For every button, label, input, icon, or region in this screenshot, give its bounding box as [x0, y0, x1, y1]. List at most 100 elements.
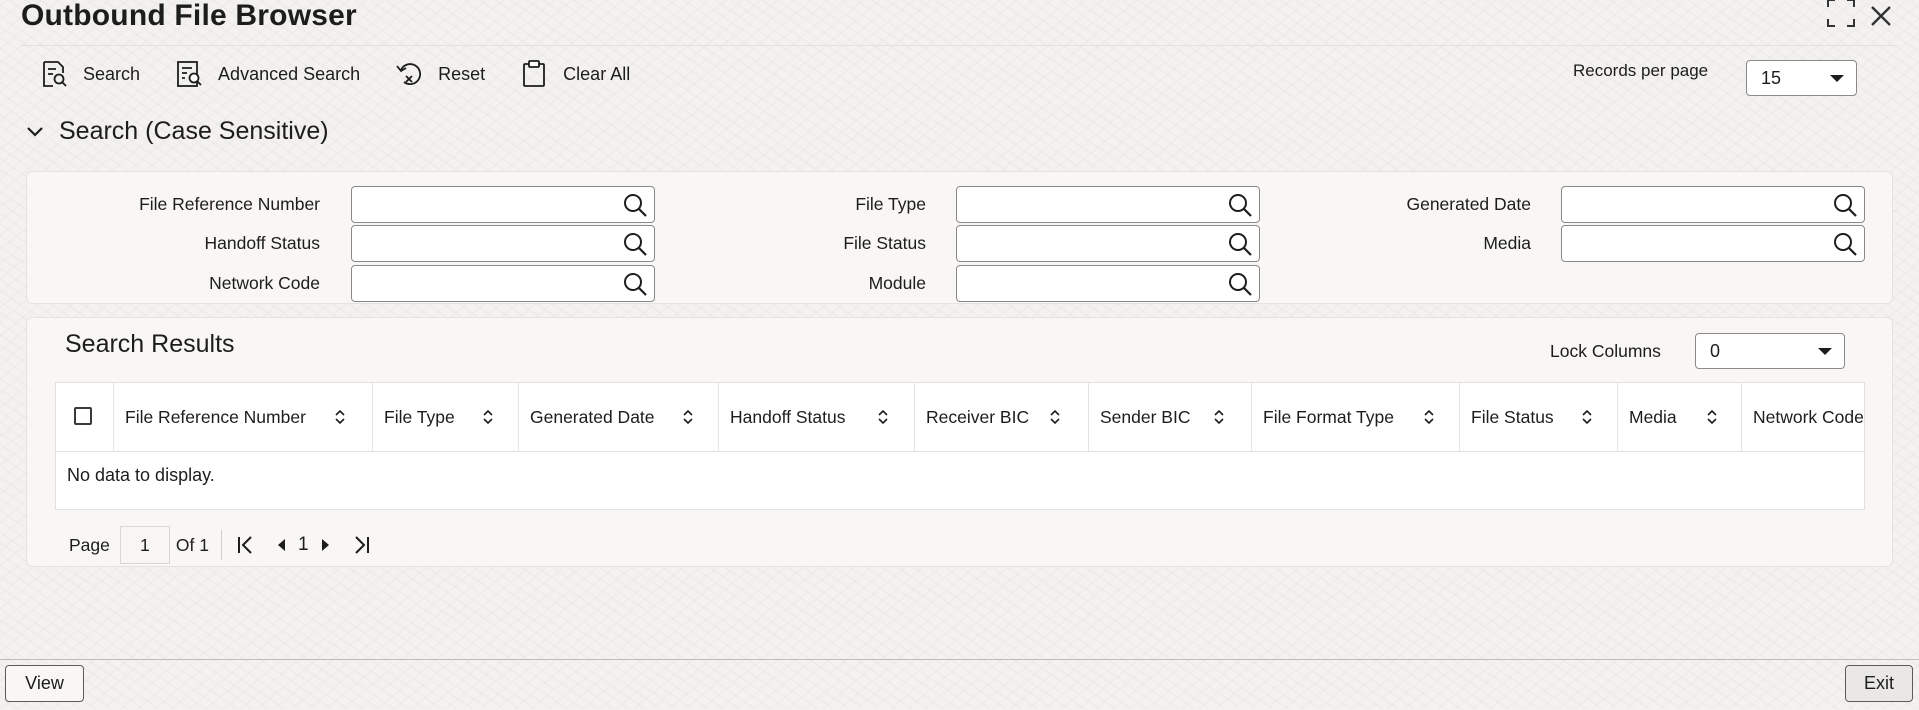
first-page-icon[interactable]	[234, 533, 258, 557]
clear-all-label: Clear All	[563, 63, 631, 84]
column-header-file-reference-number[interactable]: File Reference Number	[113, 383, 372, 451]
column-header-handoff-status[interactable]: Handoff Status	[718, 383, 914, 451]
sort-icon[interactable]	[682, 408, 694, 426]
column-header-receiver-bic[interactable]: Receiver BIC	[914, 383, 1088, 451]
column-label: File Type	[384, 406, 455, 427]
clear-all-button[interactable]: Clear All	[519, 59, 630, 89]
footer-bar	[0, 659, 1919, 710]
page-title: Outbound File Browser	[21, 0, 357, 32]
previous-page-icon[interactable]	[270, 533, 294, 557]
sort-icon[interactable]	[1581, 408, 1593, 426]
last-page-icon[interactable]	[349, 533, 373, 557]
view-button[interactable]: View	[5, 665, 84, 702]
file-type-input[interactable]	[956, 186, 1260, 223]
results-table: File Reference Number File Type Generate…	[55, 382, 1865, 510]
chevron-down-icon	[27, 126, 43, 137]
search-button[interactable]: Search	[39, 59, 140, 89]
search-icon[interactable]	[622, 271, 648, 297]
sort-icon[interactable]	[877, 408, 889, 426]
sort-icon[interactable]	[1049, 408, 1061, 426]
pagination: Page 1 Of 1 1	[69, 526, 373, 564]
search-icon[interactable]	[1227, 231, 1253, 257]
page-of-label: Of 1	[175, 534, 209, 555]
records-per-page-value: 15	[1761, 67, 1782, 88]
next-page-icon[interactable]	[313, 533, 337, 557]
records-per-page-label: Records per page	[1573, 61, 1709, 80]
sort-icon[interactable]	[1706, 408, 1718, 426]
search-section-title: Search (Case Sensitive)	[59, 117, 329, 145]
file-type-label: File Type	[855, 194, 926, 214]
search-icon[interactable]	[1227, 271, 1253, 297]
column-label: Generated Date	[530, 406, 655, 427]
maximize-icon[interactable]	[1826, 0, 1856, 28]
column-label: Network Code	[1753, 406, 1864, 427]
search-section-toggle[interactable]: Search (Case Sensitive)	[25, 117, 329, 146]
reset-icon	[396, 63, 422, 85]
network-code-label: Network Code	[209, 273, 320, 293]
handoff-status-label: Handoff Status	[204, 233, 320, 253]
sort-icon[interactable]	[482, 408, 494, 426]
nav-page-number[interactable]: 1	[298, 534, 309, 556]
reset-button[interactable]: Reset	[394, 59, 485, 89]
column-label: File Status	[1471, 406, 1554, 427]
search-button-label: Search	[83, 63, 141, 84]
sort-icon[interactable]	[334, 408, 346, 426]
column-header-sender-bic[interactable]: Sender BIC	[1088, 383, 1251, 451]
column-label: Sender BIC	[1100, 406, 1191, 427]
column-header-file-type[interactable]: File Type	[372, 383, 518, 451]
search-results-title: Search Results	[65, 330, 235, 358]
lock-columns-label: Lock Columns	[1550, 341, 1661, 361]
file-reference-number-input[interactable]	[351, 186, 655, 223]
search-icon[interactable]	[622, 192, 648, 218]
toolbar: Search Advanced Search Reset Clear All	[39, 57, 664, 91]
select-all-cell	[56, 383, 113, 451]
handoff-status-input[interactable]	[351, 225, 655, 262]
title-divider	[21, 45, 1898, 46]
column-header-file-format-type[interactable]: File Format Type	[1251, 383, 1459, 451]
advanced-search-button[interactable]: Advanced Search	[174, 59, 360, 89]
search-icon[interactable]	[1832, 192, 1858, 218]
column-label: Media	[1629, 406, 1677, 427]
close-icon[interactable]	[1866, 1, 1896, 31]
page-number-input[interactable]: 1	[119, 526, 170, 564]
file-reference-number-label: File Reference Number	[139, 194, 320, 214]
empty-message: No data to display.	[67, 465, 215, 485]
column-header-file-status[interactable]: File Status	[1459, 383, 1617, 451]
media-input[interactable]	[1561, 225, 1865, 262]
exit-button[interactable]: Exit	[1845, 665, 1913, 702]
file-status-label: File Status	[843, 233, 926, 253]
module-label: Module	[868, 273, 926, 293]
chevron-down-icon	[1830, 75, 1844, 82]
page-label: Page	[69, 534, 110, 555]
chevron-down-icon	[1818, 348, 1832, 355]
column-header-generated-date[interactable]: Generated Date	[518, 383, 718, 451]
network-code-input[interactable]	[351, 265, 655, 302]
select-all-checkbox[interactable]	[74, 407, 92, 425]
sort-icon[interactable]	[1423, 408, 1435, 426]
sort-icon[interactable]	[1213, 408, 1225, 426]
column-label: File Reference Number	[125, 406, 306, 427]
advanced-search-label: Advanced Search	[218, 63, 361, 84]
module-input[interactable]	[956, 265, 1260, 302]
search-doc-icon	[43, 61, 67, 87]
records-per-page-select[interactable]: 15	[1746, 60, 1857, 96]
search-icon[interactable]	[622, 231, 648, 257]
column-label: File Format Type	[1263, 406, 1394, 427]
advanced-search-icon	[177, 61, 202, 87]
lock-columns-value: 0	[1710, 340, 1721, 361]
column-label: Receiver BIC	[926, 406, 1030, 427]
table-header: File Reference Number File Type Generate…	[56, 383, 1864, 452]
search-icon[interactable]	[1227, 192, 1253, 218]
column-label: Handoff Status	[730, 406, 846, 427]
clipboard-icon	[523, 60, 546, 87]
reset-label: Reset	[438, 63, 486, 84]
search-icon[interactable]	[1832, 231, 1858, 257]
column-header-network-code[interactable]: Network Code	[1741, 383, 1864, 451]
column-header-media[interactable]: Media	[1617, 383, 1741, 451]
generated-date-label: Generated Date	[1406, 194, 1531, 214]
lock-columns-select[interactable]: 0	[1695, 333, 1845, 369]
generated-date-input[interactable]	[1561, 186, 1865, 223]
pager-divider	[220, 530, 222, 560]
media-label: Media	[1483, 233, 1531, 253]
file-status-input[interactable]	[956, 225, 1260, 262]
